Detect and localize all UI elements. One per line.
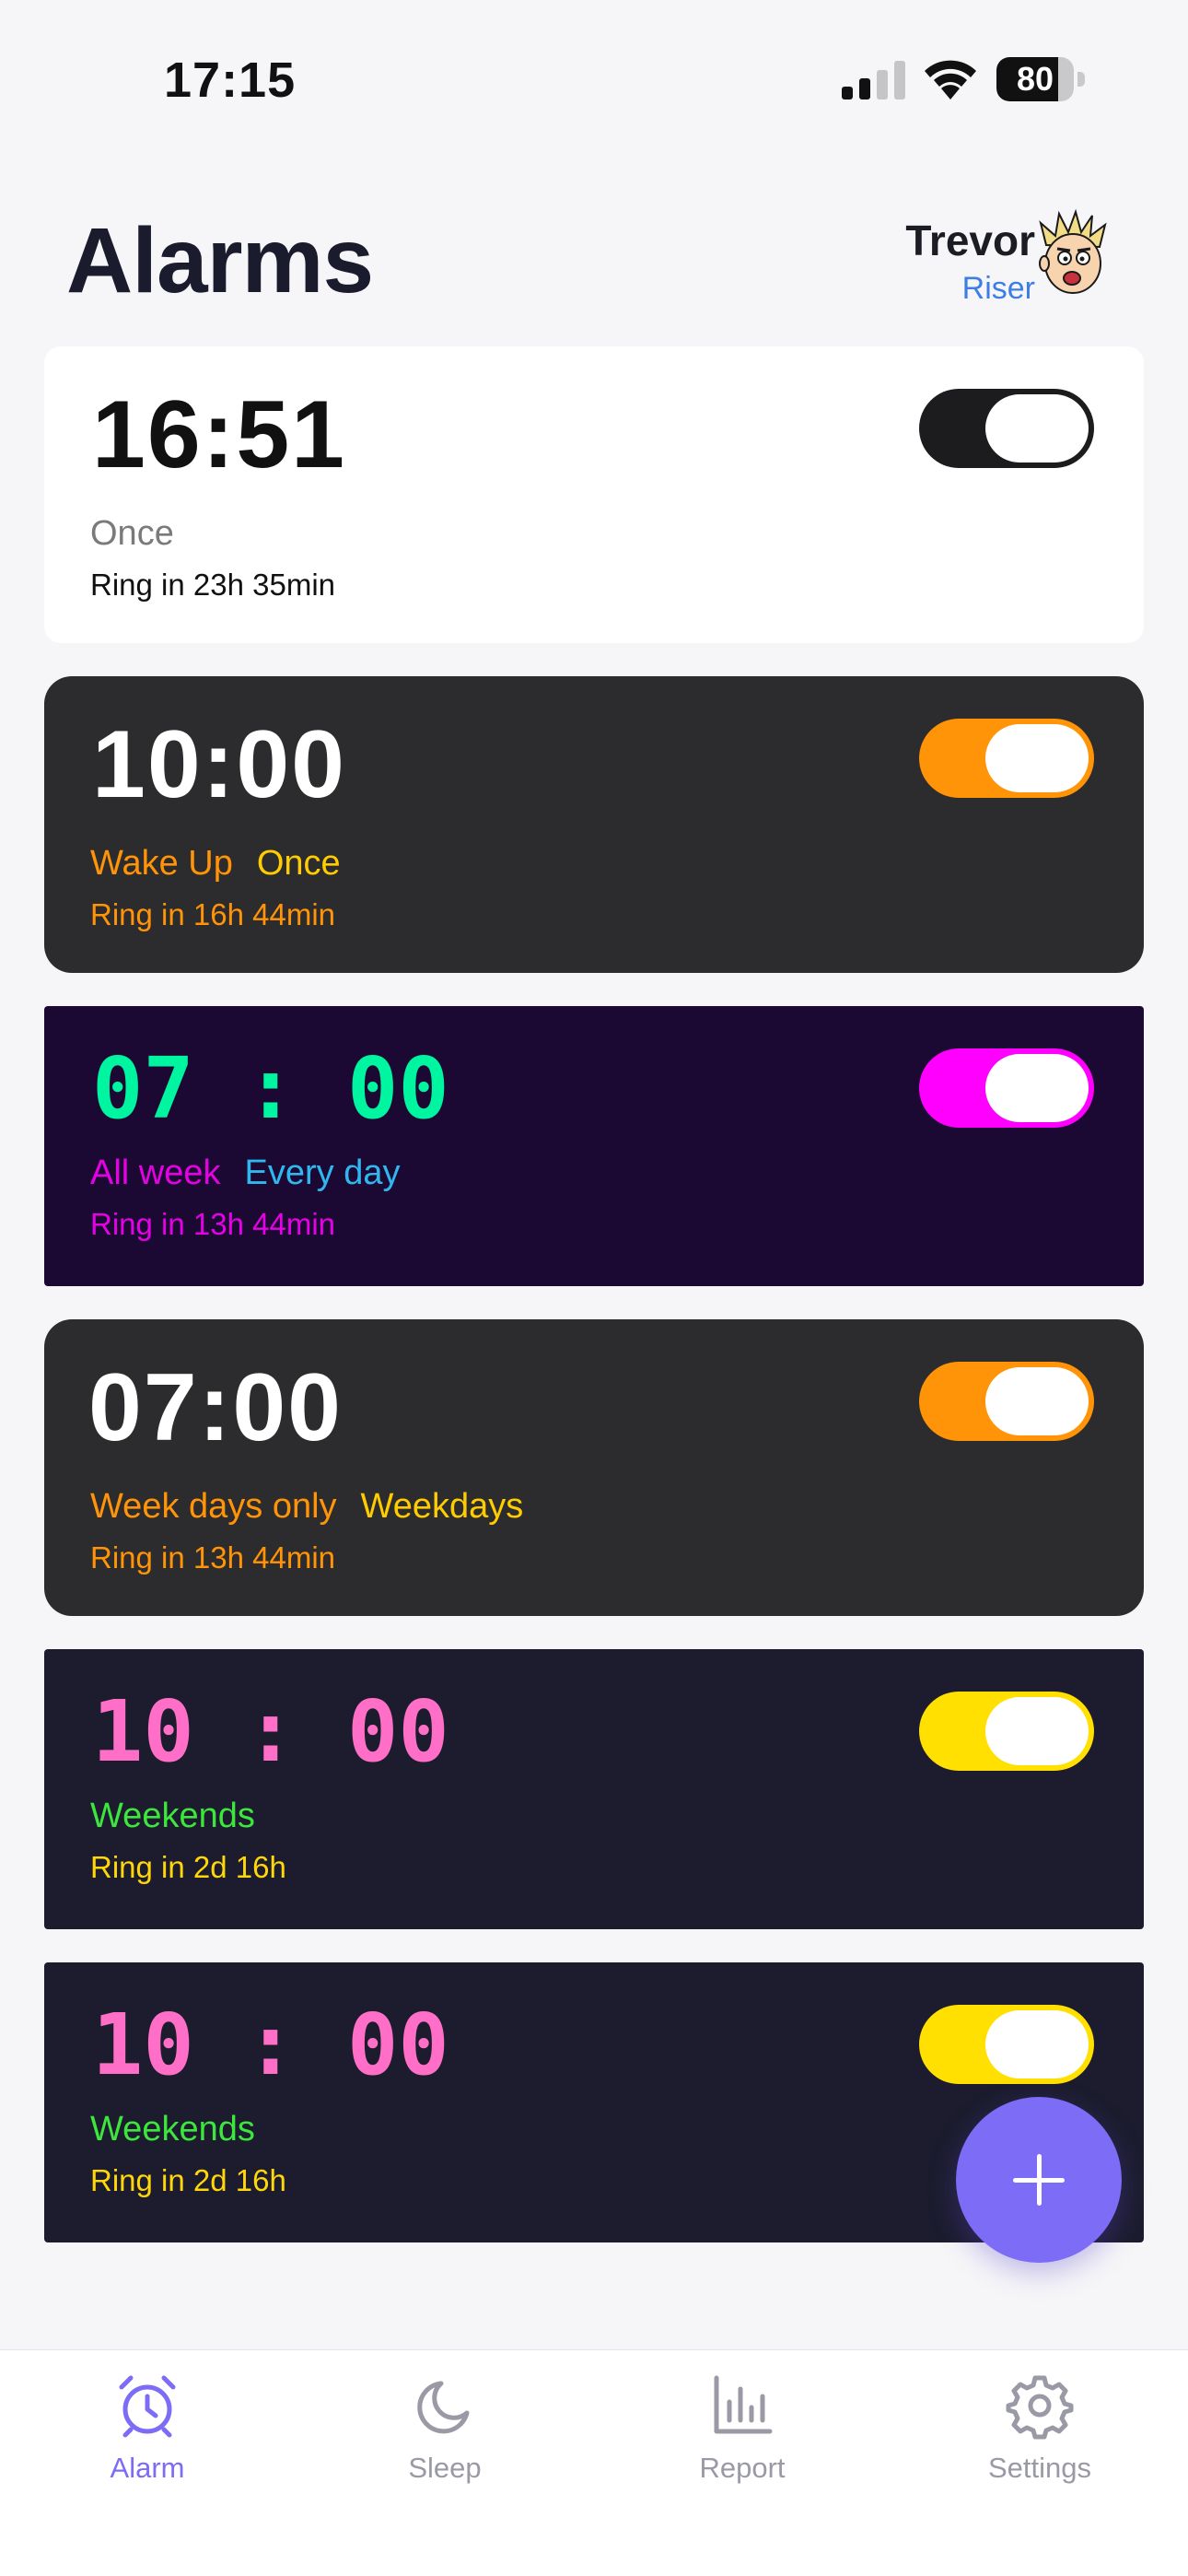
- alarm-repeat: Every day: [244, 1153, 401, 1192]
- alarm-toggle[interactable]: [919, 389, 1094, 468]
- page-title: Alarms: [66, 209, 374, 312]
- alarm-label: Weekends: [90, 2110, 255, 2149]
- toggle-knob: [985, 1367, 1089, 1435]
- alarm-meta: Weekends: [90, 2110, 255, 2149]
- toggle-knob: [985, 394, 1089, 463]
- alarm-label: Week days only: [90, 1487, 337, 1526]
- toggle-knob: [985, 724, 1089, 792]
- tab-bar: Alarm Sleep Report Settings: [0, 2349, 1188, 2576]
- alarm-ring-countdown: Ring in 23h 35min: [90, 568, 335, 602]
- alarm-meta: All week Every day: [90, 1153, 400, 1193]
- tab-alarm[interactable]: Alarm: [55, 2371, 239, 2518]
- alarm-label: All week: [90, 1153, 221, 1192]
- moon-icon: [417, 2381, 470, 2434]
- alarm-toggle[interactable]: [919, 1362, 1094, 1441]
- tab-label: Report: [699, 2452, 786, 2484]
- alarm-time: 07 : 00: [92, 1039, 449, 1138]
- alarm-repeat: Once: [90, 514, 174, 553]
- battery-icon: 80: [996, 57, 1085, 101]
- toggle-knob: [985, 1697, 1089, 1765]
- toggle-knob: [985, 1054, 1089, 1122]
- alarm-label: Weekends: [90, 1797, 255, 1835]
- alarm-card[interactable]: 10:00 Wake Up Once Ring in 16h 44min: [44, 676, 1144, 973]
- tab-label: Settings: [987, 2452, 1091, 2484]
- user-name: Trevor: [905, 217, 1035, 264]
- alarm-meta: Week days only Weekdays: [90, 1487, 523, 1527]
- tab-label: Alarm: [110, 2452, 185, 2484]
- user-rank: Riser: [961, 271, 1035, 306]
- alarm-card[interactable]: 16:51 Once Ring in 23h 35min: [44, 346, 1144, 643]
- wifi-icon: [925, 60, 976, 100]
- alarm-time: 10 : 00: [92, 1996, 449, 2094]
- alarm-card[interactable]: 07:00 Week days only Weekdays Ring in 13h…: [44, 1319, 1144, 1616]
- alarm-toggle[interactable]: [919, 719, 1094, 798]
- add-alarm-button[interactable]: [956, 2097, 1122, 2263]
- alarm-time: 10 : 00: [92, 1682, 449, 1781]
- alarm-time: 10:00: [92, 711, 346, 818]
- alarm-time: 07:00: [88, 1354, 343, 1461]
- cellular-signal-icon: [842, 61, 905, 100]
- status-bar: 17:15 80: [0, 0, 1188, 157]
- alarm-meta: Once: [90, 514, 174, 554]
- alarm-toggle[interactable]: [919, 2005, 1094, 2084]
- tab-settings[interactable]: Settings: [948, 2371, 1132, 2518]
- bar-chart-icon: [714, 2375, 773, 2434]
- tab-sleep[interactable]: Sleep: [353, 2371, 537, 2518]
- alarm-ring-countdown: Ring in 16h 44min: [90, 897, 335, 931]
- tab-report[interactable]: Report: [650, 2371, 834, 2518]
- alarm-ring-countdown: Ring in 13h 44min: [90, 1540, 335, 1575]
- alarm-repeat: Weekdays: [360, 1487, 524, 1526]
- tab-label: Sleep: [408, 2452, 482, 2484]
- alarm-label: Wake Up: [90, 844, 233, 883]
- status-time: 17:15: [164, 53, 297, 108]
- alarm-card[interactable]: 10 : 00 Weekends Ring in 2d 16h: [44, 1649, 1144, 1929]
- alarm-time: 16:51: [92, 381, 346, 488]
- toggle-knob: [985, 2010, 1089, 2078]
- gear-icon: [1006, 2375, 1074, 2440]
- alarm-card[interactable]: 07 : 00 All week Every day Ring in 13h 44…: [44, 1006, 1144, 1286]
- battery-percentage: 80: [1016, 60, 1054, 98]
- alarm-meta: Weekends: [90, 1797, 255, 1836]
- alarm-ring-countdown: Ring in 13h 44min: [90, 1207, 335, 1241]
- alarm-ring-countdown: Ring in 2d 16h: [90, 2163, 286, 2197]
- alarm-meta: Wake Up Once: [90, 844, 341, 884]
- alarm-toggle[interactable]: [919, 1048, 1094, 1128]
- alarm-repeat: Once: [256, 844, 341, 883]
- alarm-ring-countdown: Ring in 2d 16h: [90, 1850, 286, 1884]
- avatar[interactable]: [1033, 208, 1112, 297]
- alarm-clock-icon: [119, 2375, 176, 2438]
- user-profile[interactable]: Trevor Riser: [905, 216, 1035, 307]
- alarm-toggle[interactable]: [919, 1692, 1094, 1771]
